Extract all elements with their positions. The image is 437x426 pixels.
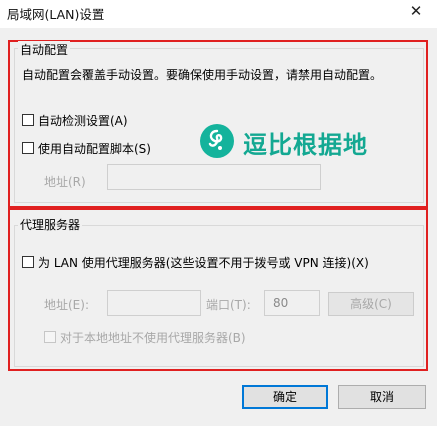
auto-detect-checkbox[interactable]: 自动检测设置(A) [22, 112, 162, 128]
use-script-label: 使用自动配置脚本(S) [38, 142, 151, 156]
use-proxy-checkbox-box[interactable] [22, 256, 34, 268]
ok-button[interactable]: 确定 [242, 385, 328, 409]
proxy-port-label: 端口(T): [206, 298, 251, 312]
auto-config-group-label: 自动配置 [18, 41, 71, 58]
proxy-port-input[interactable]: 80 [264, 290, 320, 316]
watermark-text: 逗比根据地 [243, 131, 368, 159]
bypass-local-checkbox-box[interactable] [44, 331, 56, 343]
bypass-local-label: 对于本地地址不使用代理服务器(B) [60, 331, 246, 345]
auto-detect-checkbox-box[interactable] [22, 114, 34, 126]
use-proxy-checkbox[interactable]: 为 LAN 使用代理服务器(这些设置不用于拨号或 VPN 连接)(X) [22, 254, 412, 270]
script-address-label: 地址(R) [44, 175, 86, 189]
use-proxy-label: 为 LAN 使用代理服务器(这些设置不用于拨号或 VPN 连接)(X) [38, 256, 369, 270]
close-icon[interactable]: ✕ [407, 2, 425, 20]
proxy-group-label: 代理服务器 [18, 216, 83, 233]
auto-config-description: 自动配置会覆盖手动设置。要确保使用手动设置，请禁用自动配置。 [22, 68, 383, 82]
proxy-address-label: 地址(E): [44, 298, 89, 312]
use-script-checkbox-box[interactable] [22, 142, 34, 154]
script-address-input[interactable] [107, 164, 321, 190]
bypass-local-checkbox[interactable]: 对于本地地址不使用代理服务器(B) [44, 329, 264, 345]
title-bar: 局域网(LAN)设置 ✕ [0, 0, 437, 28]
dialog-body: 自动配置 自动配置会覆盖手动设置。要确保使用手动设置，请禁用自动配置。 自动检测… [0, 28, 437, 426]
advanced-button[interactable]: 高级(C) [328, 292, 414, 316]
use-script-checkbox[interactable]: 使用自动配置脚本(S) [22, 140, 182, 156]
cancel-button[interactable]: 取消 [338, 385, 426, 409]
proxy-address-input[interactable] [107, 290, 201, 316]
window-title: 局域网(LAN)设置 [7, 7, 105, 22]
logo-swirl-icon [200, 124, 234, 158]
auto-detect-label: 自动检测设置(A) [38, 114, 128, 128]
